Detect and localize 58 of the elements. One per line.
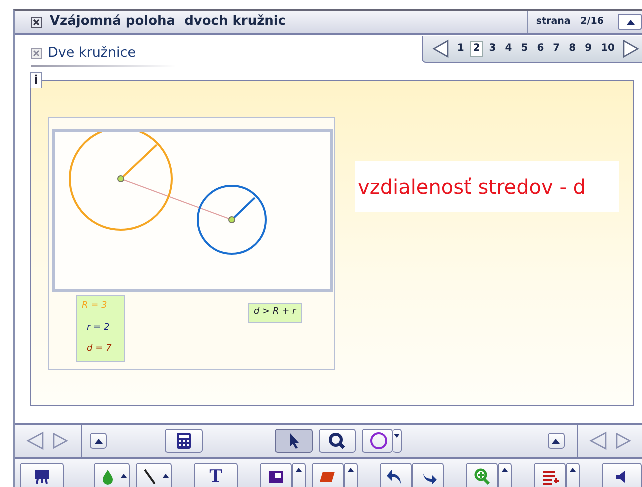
dropdown-button[interactable] [392,429,402,453]
expand-button[interactable] [548,433,566,449]
value-label: r = 2 [86,322,111,335]
dropdown-button[interactable] [566,463,580,487]
page-link[interactable]: 3 [486,41,500,57]
tool-button[interactable] [20,463,64,487]
text-tool-button[interactable]: T [194,463,238,487]
page-link[interactable]: 6 [534,41,548,57]
page-link[interactable]: 7 [550,41,564,57]
dropdown-button[interactable] [292,463,306,487]
tool-button[interactable] [165,429,203,453]
back-icon[interactable] [25,431,45,451]
value-label: d = 7 [86,343,113,356]
close-icon[interactable] [31,16,42,28]
caret-icon [120,474,126,479]
circle-icon [369,431,390,451]
section-title: Dve kružnice [48,44,136,63]
center-point[interactable] [228,216,236,224]
collapse-button[interactable] [618,14,642,30]
tool-button[interactable] [362,429,393,453]
next-page-icon[interactable] [621,39,641,59]
tool-button[interactable] [534,463,566,487]
page-link[interactable]: 5 [518,41,532,57]
info-tab[interactable]: i [30,72,42,88]
tool-button[interactable] [260,463,292,487]
window-title: Vzájomná poloha dvoch kružnic [50,13,286,32]
page-link[interactable]: 8 [566,41,580,57]
caret-icon [162,474,168,479]
previous-page-icon[interactable] [431,39,452,59]
page-link[interactable]: 4 [502,41,516,57]
tool-button[interactable] [380,463,412,487]
center-point[interactable] [118,176,124,182]
tool-button[interactable] [136,463,172,487]
tool-button[interactable] [412,463,444,487]
caret-icon [348,468,354,473]
caret-icon [502,468,508,473]
value-label: R = 3 [82,300,108,314]
caret-icon [394,434,400,439]
page-link[interactable]: 2 [470,41,484,57]
back-icon[interactable] [588,431,608,451]
tool-button[interactable] [274,429,312,453]
page-link[interactable]: 10 [598,41,618,57]
dropdown-button[interactable] [344,463,358,487]
tool-button[interactable] [318,429,356,453]
caret-icon [570,468,576,473]
caret-icon [296,468,302,473]
zoom-in-icon [472,466,492,486]
relation-label: d > R + r [248,303,302,322]
dropdown-button[interactable] [498,463,512,487]
tool-button[interactable] [602,463,642,487]
slide-heading: vzdialenosť stredov - d [355,161,619,212]
small-circle[interactable] [197,185,267,255]
page-indicator: strana 2/16 [535,14,605,29]
search-icon [327,431,348,451]
expand-button[interactable] [90,433,108,449]
forward-icon[interactable] [51,431,71,451]
page-link[interactable]: 9 [582,41,596,57]
page-link[interactable]: 1 [454,41,468,57]
